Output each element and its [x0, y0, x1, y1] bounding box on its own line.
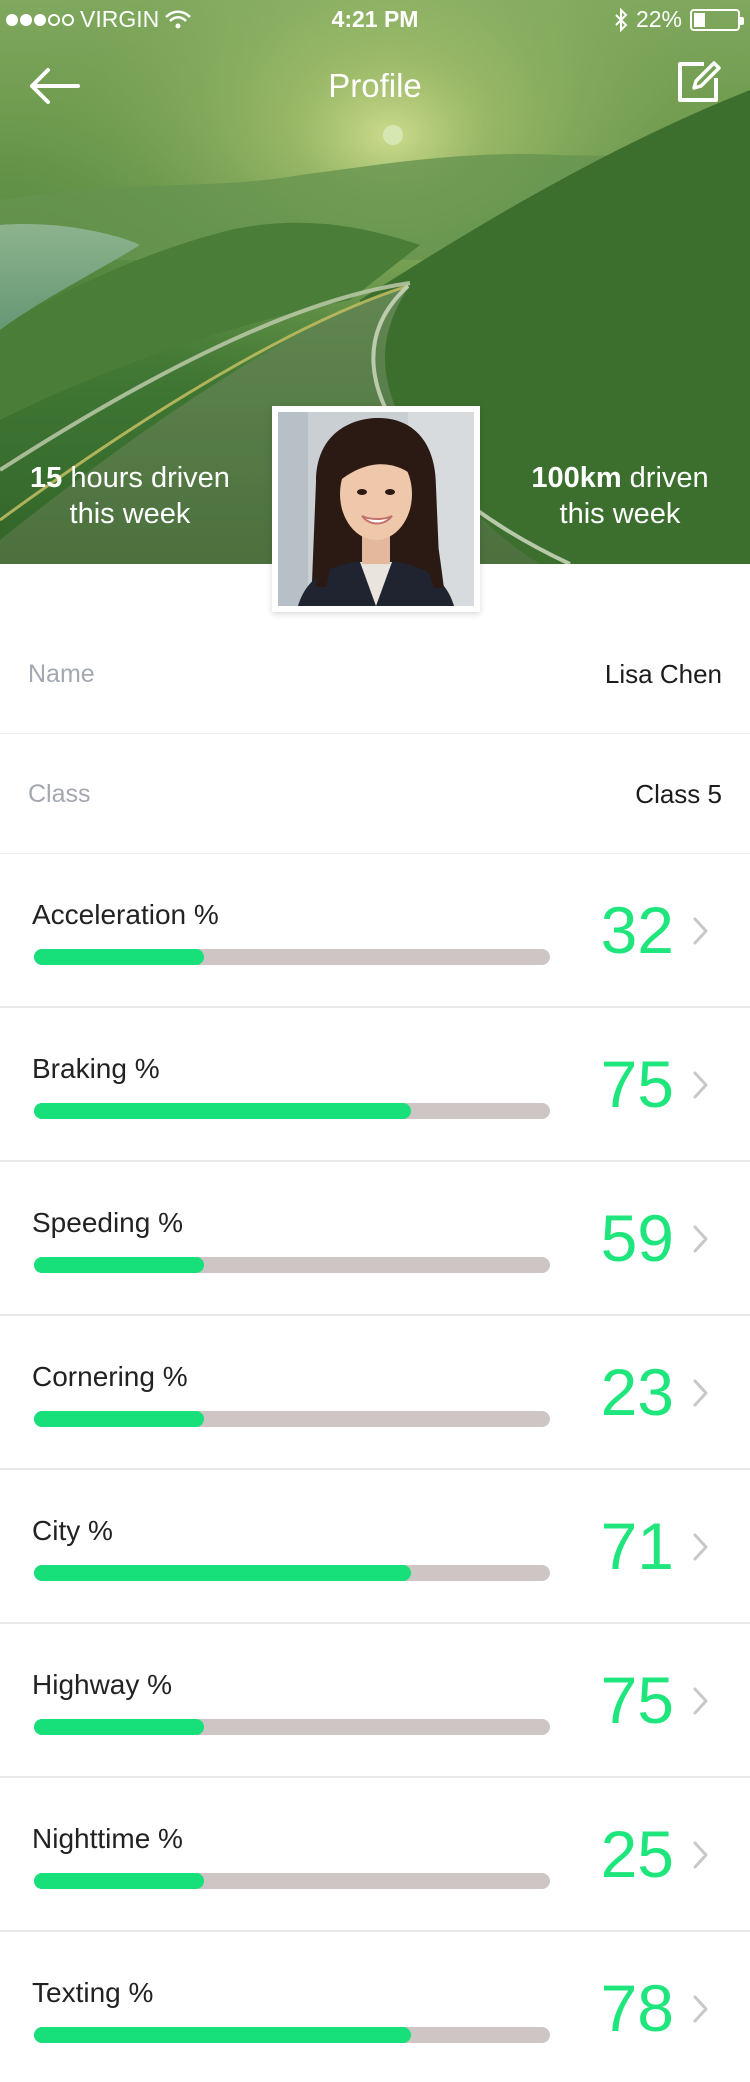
avatar[interactable] [272, 406, 480, 612]
name-label: Name [28, 660, 95, 688]
hours-driven-text: hours driven [62, 462, 230, 494]
metric-progress-bar [34, 1411, 550, 1427]
class-label: Class [28, 780, 91, 808]
distance-driven-text: driven [621, 462, 709, 494]
metric-row[interactable]: Braking % 75 [0, 1009, 750, 1162]
metric-row[interactable]: Acceleration % 32 [0, 855, 750, 1008]
metric-progress-fill [34, 2027, 411, 2043]
metric-progress-bar [34, 1103, 550, 1119]
chevron-right-icon [693, 1379, 708, 1407]
metric-progress-bar [34, 1565, 550, 1581]
class-row: Class Class 5 [0, 734, 750, 854]
chevron-right-icon [693, 1071, 708, 1099]
distance-driven-value: 100km [531, 462, 622, 494]
distance-driven-sub: this week [559, 498, 681, 530]
metric-progress-bar [34, 949, 550, 965]
metric-row[interactable]: Nighttime % 25 [0, 1779, 750, 1932]
nav-bar: Profile [0, 52, 750, 122]
edit-profile-button[interactable] [674, 58, 722, 106]
metric-value: 75 [600, 1663, 674, 1737]
status-bar: VIRGIN 4:21 PM 22% [0, 0, 750, 40]
metric-row[interactable]: Cornering % 23 [0, 1317, 750, 1470]
chevron-right-icon [693, 1687, 708, 1715]
chevron-right-icon [693, 1841, 708, 1869]
metric-label: Highway % [32, 1669, 173, 1700]
hours-driven-value: 15 [30, 462, 63, 494]
metric-label: Nighttime % [32, 1823, 183, 1854]
metric-progress-fill [34, 1411, 205, 1427]
metric-row[interactable]: Highway % 75 [0, 1625, 750, 1778]
metric-row[interactable]: Speeding % 59 [0, 1163, 750, 1316]
metric-progress-fill [34, 1103, 411, 1119]
metric-value: 75 [600, 1047, 674, 1121]
metric-value: 78 [600, 1971, 674, 2045]
hours-driven-stat: 15 hours driven this week [0, 460, 260, 532]
metric-value: 23 [600, 1355, 674, 1429]
name-value: Lisa Chen [604, 659, 722, 689]
metric-row[interactable]: Texting % 78 [0, 1933, 750, 2082]
metric-progress-bar [34, 1719, 550, 1735]
metric-label: Speeding % [32, 1207, 184, 1238]
chevron-right-icon [693, 917, 708, 945]
name-row: Name Lisa Chen [0, 614, 750, 734]
metric-progress-fill [34, 1873, 205, 1889]
chevron-right-icon [693, 1995, 708, 2023]
metric-value: 25 [600, 1817, 674, 1891]
metric-progress-bar [34, 1257, 550, 1273]
edit-icon [678, 61, 721, 102]
distance-driven-stat: 100km driven this week [490, 460, 750, 532]
avatar-photo [278, 412, 474, 606]
battery-icon [690, 8, 744, 31]
metric-progress-fill [34, 1719, 205, 1735]
hours-driven-sub: this week [69, 498, 191, 530]
metric-progress-fill [34, 949, 205, 965]
metric-value: 71 [600, 1509, 674, 1583]
metric-progress-fill [34, 1257, 205, 1273]
chevron-right-icon [693, 1225, 708, 1253]
page-title: Profile [328, 67, 422, 104]
metric-progress-bar [34, 1873, 550, 1889]
bluetooth-icon [615, 7, 628, 32]
metric-value: 32 [600, 893, 674, 967]
metric-progress-fill [34, 1565, 411, 1581]
chevron-right-icon [693, 1533, 708, 1561]
battery-percent: 22% [635, 6, 682, 32]
metric-label: Acceleration % [32, 899, 219, 930]
metric-progress-bar [34, 2027, 550, 2043]
metric-value: 59 [600, 1201, 674, 1275]
class-value: Class 5 [635, 779, 722, 809]
metric-label: City % [32, 1515, 113, 1546]
metric-label: Cornering % [32, 1361, 188, 1392]
metric-label: Texting % [32, 1977, 154, 2008]
metric-row[interactable]: City % 71 [0, 1471, 750, 1624]
metric-label: Braking % [32, 1053, 160, 1084]
